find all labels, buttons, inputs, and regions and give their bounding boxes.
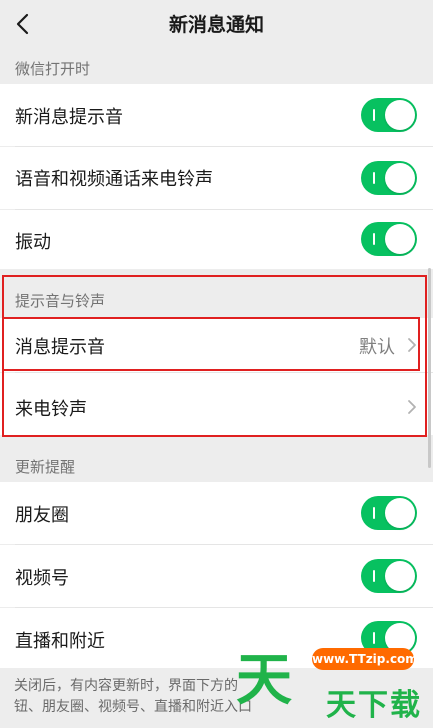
watermark-text: 天下载 — [326, 688, 422, 723]
setting-row-vibration[interactable]: 振动 — [0, 210, 433, 269]
setting-label: 朋友圈 — [15, 505, 69, 526]
setting-row-moments[interactable]: 朋友圈 — [0, 482, 433, 544]
highlight-box-message-sound — [2, 317, 420, 371]
scrollbar[interactable] — [428, 268, 431, 468]
setting-label: 振动 — [15, 232, 51, 253]
page-title: 新消息通知 — [168, 14, 264, 36]
setting-label: 视频号 — [15, 568, 69, 589]
moments-toggle[interactable] — [361, 496, 417, 530]
watermark-url: www.TTzip.com — [312, 648, 418, 670]
setting-label: 语音和视频通话来电铃声 — [15, 169, 213, 190]
setting-row-call-ringtone[interactable]: 语音和视频通话来电铃声 — [0, 147, 433, 209]
new-message-sound-toggle[interactable] — [361, 98, 417, 132]
setting-label: 新消息提示音 — [15, 107, 123, 128]
setting-row-channels[interactable]: 视频号 — [0, 545, 433, 607]
vibration-toggle[interactable] — [361, 222, 417, 256]
call-ringtone-toggle[interactable] — [361, 161, 417, 195]
setting-label: 直播和附近 — [15, 631, 105, 652]
section-label-updates: 更新提醒 — [15, 458, 76, 476]
section-label-wechat-open: 微信打开时 — [15, 60, 91, 78]
setting-row-new-message-sound[interactable]: 新消息提示音 — [0, 84, 433, 146]
channels-toggle[interactable] — [361, 559, 417, 593]
watermark-logo: 天 — [236, 648, 292, 713]
